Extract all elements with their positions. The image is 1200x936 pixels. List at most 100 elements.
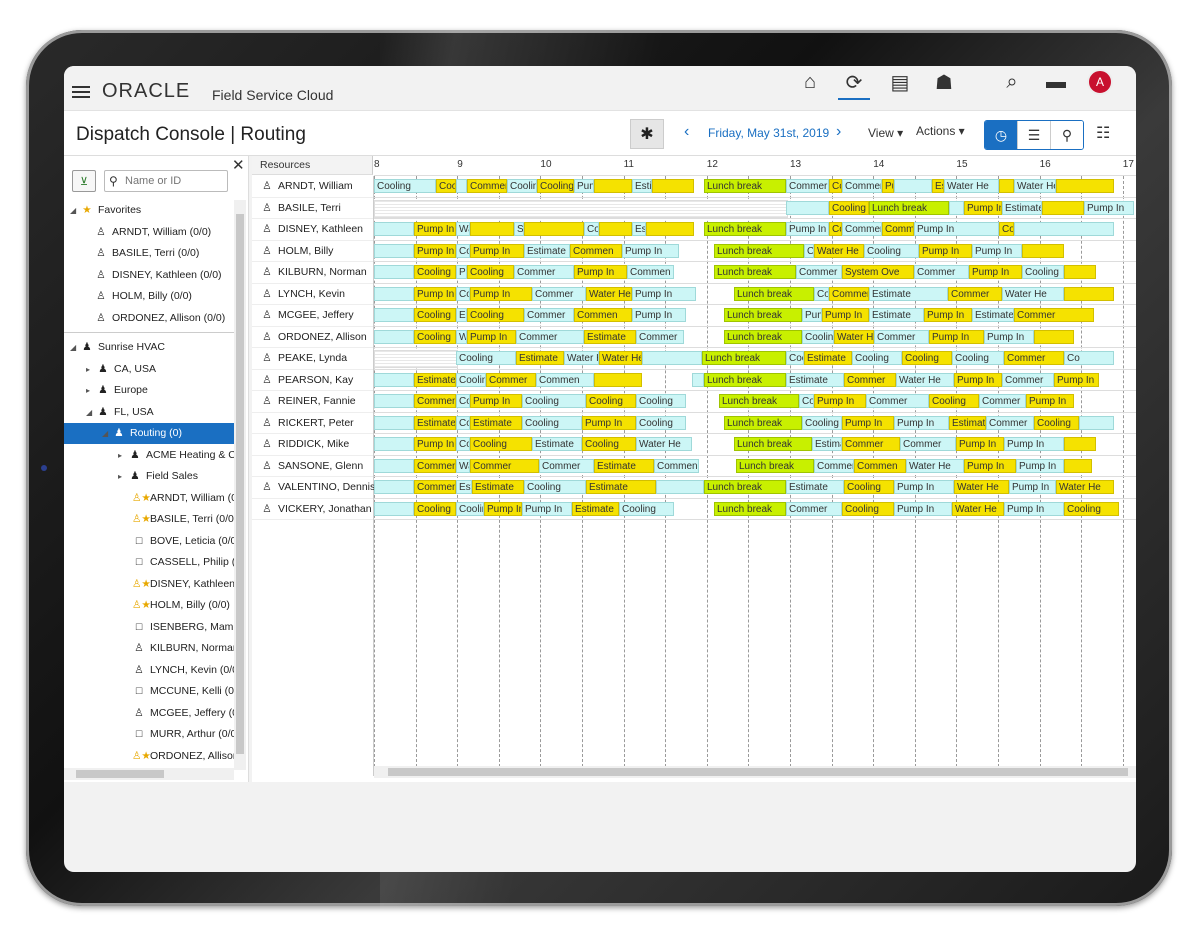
travel-segment[interactable]: Cooling bbox=[456, 394, 470, 408]
travel-segment[interactable]: Pump In bbox=[972, 243, 1022, 258]
resource-row[interactable]: ♙ HOLM, Billy bbox=[252, 241, 373, 262]
travel-segment[interactable]: Cooling bbox=[522, 415, 582, 430]
travel-segment[interactable]: Estimate bbox=[786, 372, 844, 387]
resource-row[interactable]: ♙ ARNDT, William bbox=[252, 176, 373, 198]
activity-bar[interactable]: Pump In bbox=[822, 308, 869, 322]
travel-segment[interactable]: Pump In bbox=[786, 222, 829, 236]
travel-segment[interactable]: Commer bbox=[986, 415, 1034, 430]
activity-bar[interactable]: Pump In bbox=[470, 394, 522, 408]
travel-segment[interactable]: Water He bbox=[564, 351, 599, 365]
travel-segment[interactable]: Cooling bbox=[374, 179, 436, 193]
travel-segment[interactable]: Estimate bbox=[786, 480, 844, 494]
tree-member-item[interactable]: ♙ KILBURN, Normar bbox=[132, 638, 234, 659]
lunch-break-activity[interactable]: Lunch break bbox=[734, 286, 814, 301]
favorite-item[interactable]: ♙ BASILE, Terri (0/0) bbox=[94, 243, 199, 264]
lunch-break-activity[interactable]: Lunch break bbox=[736, 458, 814, 473]
travel-segment[interactable]: Water He bbox=[1014, 179, 1056, 193]
collapse-arrow-icon[interactable]: ◢ bbox=[102, 423, 112, 444]
travel-segment[interactable]: Pump In bbox=[802, 308, 822, 322]
expand-arrow-icon[interactable]: ▸ bbox=[86, 359, 96, 380]
activity-bar[interactable]: Water He bbox=[954, 480, 1009, 494]
dispatch-console-icon[interactable]: ⟳ bbox=[838, 66, 870, 100]
activity-bar[interactable]: Cooling bbox=[436, 179, 456, 193]
travel-segment[interactable] bbox=[786, 200, 829, 215]
lunch-break-activity[interactable]: Lunch break bbox=[714, 265, 796, 279]
travel-segment[interactable] bbox=[374, 222, 414, 236]
resource-row[interactable]: ♙ PEAKE, Lynda bbox=[252, 348, 373, 370]
activity-bar[interactable]: Estimate bbox=[516, 351, 564, 365]
travel-segment[interactable]: Pump In bbox=[984, 329, 1034, 344]
travel-segment[interactable]: Commer bbox=[456, 415, 470, 430]
activity-bar[interactable]: Estimate bbox=[414, 372, 456, 387]
activity-bar[interactable]: Commen bbox=[570, 243, 622, 258]
activity-bar[interactable]: Cooling bbox=[467, 308, 524, 322]
tree-member-item[interactable]: ♙★ORDONEZ, Allison bbox=[132, 746, 234, 767]
activity-bar[interactable]: Cooling bbox=[902, 351, 952, 365]
activity-bar[interactable]: Commer bbox=[467, 179, 507, 193]
activity-bar[interactable]: Estimate bbox=[804, 351, 852, 365]
travel-segment[interactable]: Cooling bbox=[636, 394, 686, 408]
travel-segment[interactable] bbox=[374, 286, 414, 301]
activity-bar[interactable]: Commen bbox=[854, 458, 906, 473]
travel-segment[interactable]: Estimate bbox=[456, 308, 467, 322]
activity-bar[interactable]: Pump In bbox=[470, 243, 524, 258]
collapse-arrow-icon[interactable]: ◢ bbox=[70, 200, 80, 221]
travel-segment[interactable]: Estimate bbox=[632, 222, 646, 236]
travel-segment[interactable] bbox=[374, 415, 414, 430]
travel-segment[interactable]: Commer bbox=[866, 394, 929, 408]
activity-bar[interactable]: Pump In bbox=[414, 286, 456, 301]
travel-segment[interactable]: Commer bbox=[786, 501, 842, 516]
travel-segment[interactable]: Commen bbox=[654, 458, 699, 473]
lunch-break-activity[interactable]: Lunch break bbox=[714, 501, 786, 516]
travel-segment[interactable]: Estimate bbox=[869, 308, 924, 322]
travel-segment[interactable]: Cooling bbox=[799, 394, 814, 408]
activity-bar[interactable]: Commer bbox=[470, 458, 539, 473]
activity-bar[interactable]: Commer bbox=[882, 222, 914, 236]
activity-bar[interactable]: Estimate bbox=[949, 415, 986, 430]
activity-bar[interactable]: Pump In bbox=[574, 265, 627, 279]
travel-segment[interactable]: Pump In bbox=[522, 501, 572, 516]
travel-segment[interactable]: Cooling bbox=[636, 415, 686, 430]
travel-segment[interactable] bbox=[374, 480, 414, 494]
travel-segment[interactable] bbox=[374, 243, 414, 258]
activity-bar[interactable]: Commer bbox=[1004, 351, 1064, 365]
travel-segment[interactable]: Commer bbox=[514, 265, 574, 279]
activity-bar[interactable]: Estimate bbox=[584, 329, 636, 344]
travel-segment[interactable]: Cooling bbox=[456, 372, 486, 387]
travel-segment[interactable]: Commer bbox=[786, 179, 829, 193]
expand-arrow-icon[interactable]: ▸ bbox=[86, 380, 96, 401]
travel-segment[interactable]: Cooling bbox=[456, 351, 516, 365]
travel-segment[interactable] bbox=[374, 501, 414, 516]
activity-bar[interactable]: Cooling bbox=[999, 222, 1014, 236]
activity-bar[interactable]: System Ove bbox=[842, 265, 914, 279]
travel-segment[interactable]: Cooling bbox=[456, 501, 484, 516]
lunch-break-activity[interactable]: Lunch break bbox=[714, 243, 804, 258]
activity-bar[interactable]: Pump In bbox=[842, 415, 894, 430]
travel-segment[interactable]: Pump In bbox=[1009, 480, 1056, 494]
plugin-icon[interactable]: ✱ bbox=[630, 119, 664, 149]
travel-segment[interactable] bbox=[894, 179, 932, 193]
activity-bar[interactable] bbox=[1064, 458, 1092, 473]
travel-segment[interactable]: Cooling bbox=[786, 351, 804, 365]
activity-bar[interactable]: Commer bbox=[948, 286, 1002, 301]
travel-segment[interactable] bbox=[656, 480, 704, 494]
activity-bar[interactable] bbox=[1056, 179, 1114, 193]
activity-bar[interactable]: Commer bbox=[486, 372, 536, 387]
travel-segment[interactable]: Cooling bbox=[852, 351, 902, 365]
resource-row[interactable]: ♙ VICKERY, Jonathan bbox=[252, 499, 373, 520]
travel-segment[interactable]: Water He bbox=[944, 179, 999, 193]
activity-bar[interactable]: Commen bbox=[414, 394, 456, 408]
travel-segment[interactable]: Water He bbox=[456, 222, 470, 236]
tree-member-item[interactable]: ♙★HOLM, Billy (0/0) bbox=[132, 595, 230, 616]
travel-segment[interactable] bbox=[949, 200, 964, 215]
close-icon[interactable]: ✕ bbox=[232, 156, 245, 174]
favorite-item[interactable]: ♙ HOLM, Billy (0/0) bbox=[94, 286, 192, 307]
activity-bar[interactable]: Commer bbox=[829, 286, 869, 301]
activity-bar[interactable]: Commen bbox=[414, 458, 456, 473]
activity-bar[interactable]: Commen bbox=[574, 308, 632, 322]
activity-bar[interactable]: Water He bbox=[1056, 480, 1114, 494]
travel-segment[interactable]: Estimate bbox=[1002, 200, 1042, 215]
next-day-icon[interactable]: › bbox=[836, 123, 841, 141]
travel-segment[interactable]: Pump In bbox=[914, 222, 999, 236]
view-menu-button[interactable]: View ▾ bbox=[868, 126, 903, 140]
